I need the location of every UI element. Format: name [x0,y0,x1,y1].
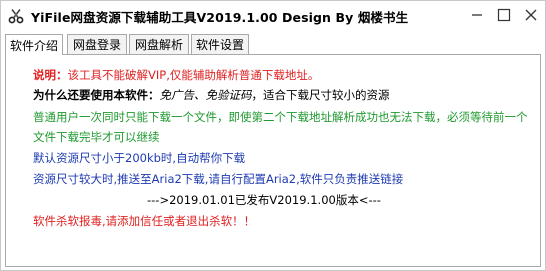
aria2-line: 资源尺寸较大时,推送至Aria2下载,请自行配置Aria2,软件只负责推送链接 [33,172,404,186]
release-line: --->2019.01.01已发布V2019.1.00版本<--- [147,193,381,207]
notice-line: 说明：该工具不能破解VIP,仅能辅助解析普通下载地址。 [33,67,319,83]
notice-text: 该工具不能破解VIP,仅能辅助解析普通下载地址。 [67,68,320,82]
app-window: YiFile网盘资源下载辅助工具V2019.1.00 Design By 烟楼书… [0,0,546,271]
limit-line-1: 普通用户一次同时只能下载一个文件，即使第二个下载地址解析成功也无法下载，必须等待… [33,110,528,124]
notice-label: 说明： [33,68,68,82]
why-use-highlight: 免广告、免验证码 [159,88,252,102]
tab-software-intro[interactable]: 软件介绍 [5,34,63,55]
close-icon [524,7,538,26]
antivirus-line: 软件杀软报毒,请添加信任或者退出杀软！！ [33,214,256,228]
minimize-icon [470,7,484,26]
tab-netdisk-login[interactable]: 网盘登录 [67,34,127,54]
title-bar[interactable]: YiFile网盘资源下载辅助工具V2019.1.00 Design By 烟楼书… [1,1,545,31]
scissors-icon [8,8,24,24]
maximize-button[interactable] [494,6,514,26]
tab-software-settings[interactable]: 软件设置 [191,34,249,54]
close-button[interactable] [521,6,541,26]
why-use-line: 为什么还要使用本软件：免广告、免验证码，适合下载尺寸较小的资源 [33,87,390,103]
why-use-text: ，适合下载尺寸较小的资源 [251,88,390,102]
why-use-label: 为什么还要使用本软件： [33,88,160,102]
tab-bar: 软件介绍 网盘登录 网盘解析 软件设置 [5,34,541,55]
limit-line-2: 文件下载完毕才可以继续 [33,130,160,144]
auto-download-line: 默认资源尺寸小于200kb时,自动帮你下载 [33,151,246,165]
minimize-button[interactable] [467,6,487,26]
maximize-icon [497,7,511,26]
intro-panel: 说明：该工具不能破解VIP,仅能辅助解析普通下载地址。 为什么还要使用本软件：免… [5,54,541,267]
tab-netdisk-parse[interactable]: 网盘解析 [129,34,189,54]
window-title: YiFile网盘资源下载辅助工具V2019.1.00 Design By 烟楼书… [31,10,409,25]
